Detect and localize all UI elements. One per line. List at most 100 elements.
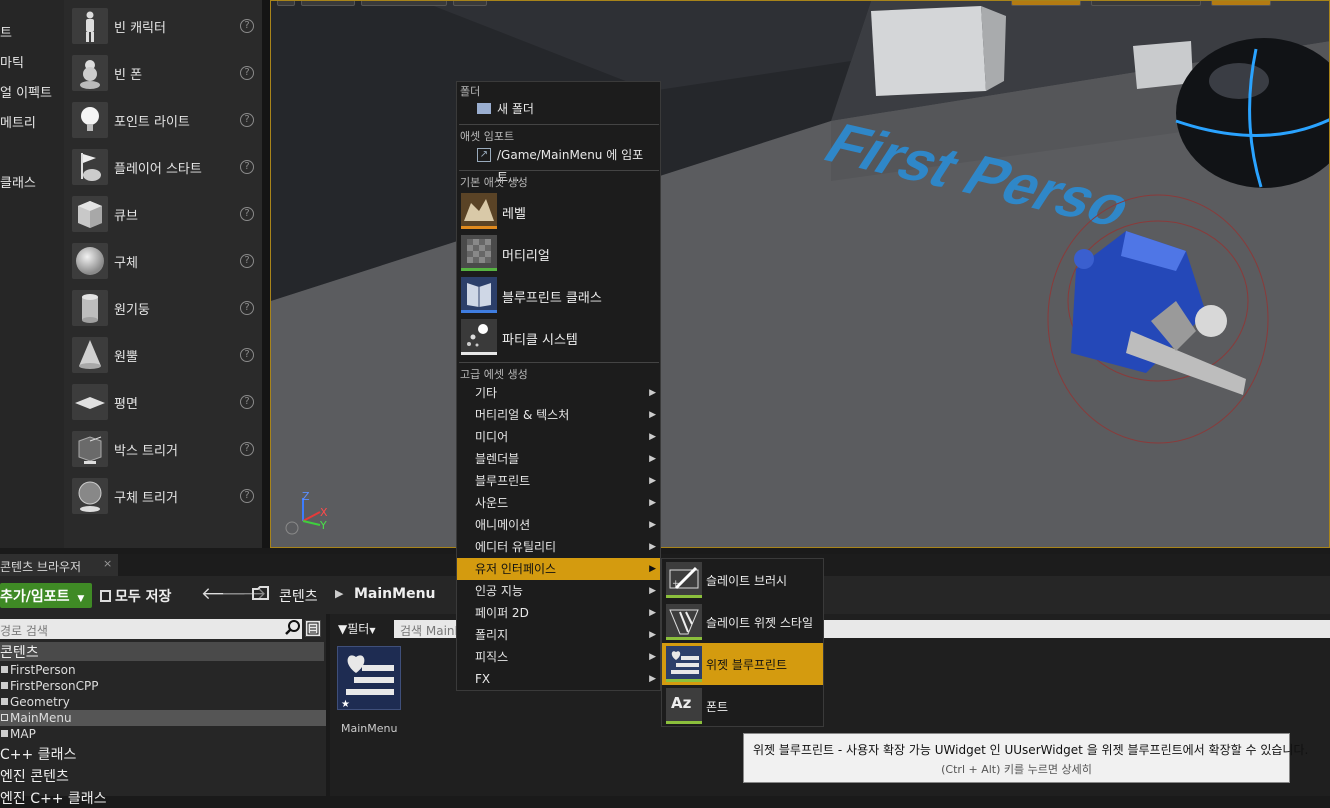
svg-text:★: ★ — [341, 699, 350, 709]
actor-item[interactable]: 원기둥 ? — [64, 287, 262, 334]
tree-folder[interactable]: Geometry — [0, 694, 326, 710]
help-icon[interactable]: ? — [240, 66, 254, 80]
menu-item-paper2d[interactable]: 페이퍼 2D ▶ — [457, 602, 660, 624]
menu-item-ai[interactable]: 인공 지능 ▶ — [457, 580, 660, 602]
category-item[interactable]: 얼 이펙트 — [0, 82, 52, 101]
category-item[interactable]: 클래스 — [0, 172, 36, 191]
menu-item-blendables[interactable]: 블렌더블 ▶ — [457, 448, 660, 470]
actor-item[interactable]: 구체 트리거 ? — [64, 475, 262, 522]
menu-item-media[interactable]: 미디어 ▶ — [457, 426, 660, 448]
chevron-right-icon: ▶ — [649, 388, 656, 398]
tree-root-content[interactable]: 콘텐츠 — [0, 642, 324, 661]
tree-folder[interactable]: FirstPersonCPP — [0, 678, 326, 694]
help-icon[interactable]: ? — [240, 207, 254, 221]
tree-folder[interactable]: FirstPerson — [0, 662, 326, 678]
menu-item-physics[interactable]: 피직스 ▶ — [457, 646, 660, 668]
help-icon[interactable]: ? — [240, 113, 254, 127]
menu-item-animation[interactable]: 애니메이션 ▶ — [457, 514, 660, 536]
actor-item[interactable]: 플레이어 스타트 ? — [64, 146, 262, 193]
chevron-right-icon: ▶ — [649, 630, 656, 640]
viewport-camera-speed[interactable] — [1211, 1, 1271, 6]
tree-engine-content[interactable]: 엔진 콘텐츠 — [0, 766, 69, 786]
filter-icon: ▼ — [338, 622, 348, 636]
create-blueprint-class-item[interactable]: 블루프린트 클래스 — [457, 275, 660, 315]
breadcrumb-separator-icon[interactable]: ▶ — [335, 587, 343, 600]
breadcrumb-root[interactable]: 콘텐츠 — [279, 586, 318, 606]
viewport-lit-button[interactable] — [361, 1, 447, 6]
add-import-button[interactable]: 추가/임포트 ▼ — [0, 583, 92, 608]
import-item[interactable]: ↗ /Game/MainMenu 에 임포트... — [457, 144, 660, 184]
menu-item-blueprints[interactable]: 블루프린트 ▶ — [457, 470, 660, 492]
help-icon[interactable]: ? — [240, 301, 254, 315]
content-browser-tab-label: 콘텐츠 브라우저 — [0, 560, 82, 574]
actor-item[interactable]: 구체 ? — [64, 240, 262, 287]
actor-item[interactable]: 평면 ? — [64, 381, 262, 428]
help-icon[interactable]: ? — [240, 442, 254, 456]
breadcrumb-current[interactable]: MainMenu — [354, 586, 436, 602]
menu-item-editor-utilities[interactable]: 에디터 유틸리티 ▶ — [457, 536, 660, 558]
level-viewport[interactable]: First Perso Z X Y — [270, 0, 1330, 548]
new-folder-item[interactable]: 새 폴더 — [457, 98, 660, 120]
help-icon[interactable]: ? — [240, 395, 254, 409]
tree-engine-cpp-classes[interactable]: 엔진 C++ 클래스 — [0, 788, 107, 808]
menu-item-fx[interactable]: FX ▶ — [457, 668, 660, 690]
actor-item[interactable]: 큐브 ? — [64, 193, 262, 240]
actor-label: 박스 트리거 — [114, 444, 178, 459]
path-search-input[interactable]: 경로 검색 — [0, 619, 302, 639]
tree-cpp-classes[interactable]: C++ 클래스 — [0, 744, 76, 764]
folder-icon — [1, 730, 8, 737]
viewport-transform-buttons[interactable] — [1011, 1, 1081, 6]
menu-section-folder: 폴더 — [460, 85, 481, 98]
tree-folder-label: FirstPersonCPP — [10, 679, 99, 693]
filter-button[interactable]: ▼필터▼ — [338, 620, 375, 637]
category-item[interactable]: 메트리 — [0, 112, 36, 131]
close-icon[interactable]: × — [103, 557, 112, 570]
menu-item-materials-textures[interactable]: 머티리얼 & 텍스처 ▶ — [457, 404, 660, 426]
chevron-down-icon: ▼ — [77, 594, 85, 604]
chevron-right-icon: ▶ — [649, 476, 656, 486]
help-icon[interactable]: ? — [240, 19, 254, 33]
content-browser-tab[interactable]: 콘텐츠 브라우저 × — [0, 554, 118, 576]
menu-item-label: 피직스 — [475, 650, 509, 664]
create-widget-blueprint-item[interactable]: 위젯 블루프린트 — [662, 643, 823, 685]
create-material-item[interactable]: 머티리얼 — [457, 233, 660, 273]
viewport-menu-button[interactable] — [277, 1, 295, 6]
menu-item-label: 애니메이션 — [475, 518, 531, 532]
create-slate-widget-style-item[interactable]: 슬레이트 위젯 스타일 — [662, 601, 823, 643]
create-font-item[interactable]: Az 폰트 — [662, 685, 823, 727]
search-icon[interactable] — [285, 620, 300, 639]
widget-blueprint-asset[interactable]: ★ — [337, 646, 401, 710]
save-all-button[interactable]: 모두 저장 — [100, 586, 171, 606]
panel-splitter[interactable] — [262, 0, 270, 548]
chevron-right-icon: ▶ — [649, 520, 656, 530]
help-icon[interactable]: ? — [240, 254, 254, 268]
create-slate-brush-item[interactable]: + 슬레이트 브러시 — [662, 559, 823, 601]
help-icon[interactable]: ? — [240, 348, 254, 362]
create-particle-system-item[interactable]: 파티클 시스템 — [457, 317, 660, 357]
viewport-snap-buttons[interactable] — [1091, 1, 1201, 6]
actor-item[interactable]: 빈 폰 ? — [64, 52, 262, 99]
menu-item-label: 유저 인터페이스 — [475, 562, 557, 576]
actor-label: 원뿔 — [114, 350, 138, 365]
chevron-right-icon: ▶ — [649, 652, 656, 662]
viewport-perspective-button[interactable] — [301, 1, 355, 6]
viewport-show-button[interactable] — [453, 1, 487, 6]
menu-section-advanced: 고급 에셋 생성 — [460, 368, 528, 381]
menu-item-foliage[interactable]: 폴리지 ▶ — [457, 624, 660, 646]
menu-item-misc[interactable]: 기타 ▶ — [457, 382, 660, 404]
category-item[interactable]: 트 — [0, 22, 12, 41]
level-icon — [461, 193, 497, 229]
create-level-item[interactable]: 레벨 — [457, 191, 660, 231]
tree-folder[interactable]: MAP — [0, 726, 326, 742]
tree-options-icon[interactable] — [305, 620, 321, 637]
help-icon[interactable]: ? — [240, 489, 254, 503]
menu-item-user-interface[interactable]: 유저 인터페이스 ▶ — [457, 558, 660, 580]
category-item[interactable]: 마틱 — [0, 52, 24, 71]
tree-folder-selected[interactable]: MainMenu — [0, 710, 326, 726]
actor-item[interactable]: 포인트 라이트 ? — [64, 99, 262, 146]
actor-item[interactable]: 원뿔 ? — [64, 334, 262, 381]
help-icon[interactable]: ? — [240, 160, 254, 174]
menu-item-sounds[interactable]: 사운드 ▶ — [457, 492, 660, 514]
actor-item[interactable]: 빈 캐릭터 ? — [64, 5, 262, 52]
actor-item[interactable]: 박스 트리거 ? — [64, 428, 262, 475]
